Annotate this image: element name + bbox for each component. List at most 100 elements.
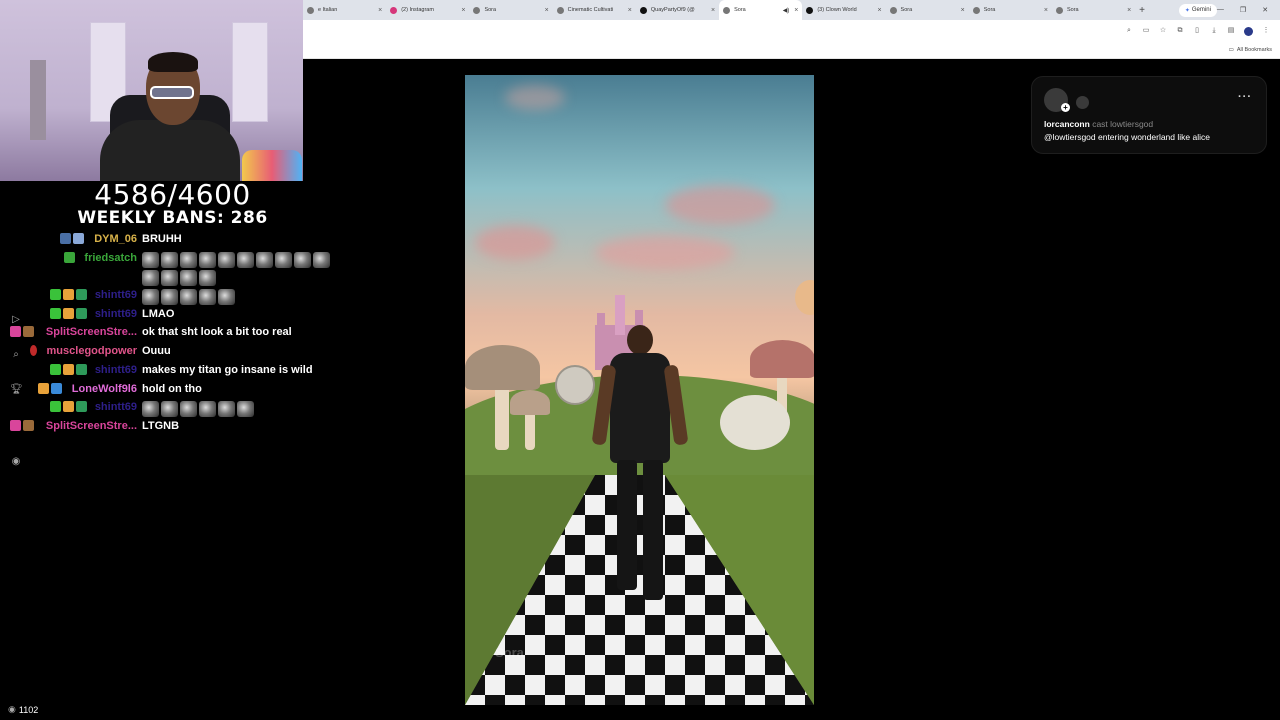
tab-close-icon[interactable]: × xyxy=(1044,7,1048,14)
browser-tab[interactable]: Sora × xyxy=(469,0,552,20)
chat-username[interactable]: friedsatch xyxy=(84,252,137,264)
sora-watermark: Sora xyxy=(495,645,524,660)
emote-row xyxy=(142,251,330,268)
bookmark-star-icon[interactable]: ☆ xyxy=(1159,27,1167,35)
gemini-sparkle-icon: ✦ xyxy=(1184,7,1190,14)
badges xyxy=(30,345,37,357)
profile-avatar[interactable] xyxy=(1244,26,1253,36)
browser-tab[interactable]: Sora × xyxy=(969,0,1052,20)
gemini-label: Gemini xyxy=(1191,7,1211,13)
tab-label: (3) Clown World xyxy=(817,7,857,13)
emote-icon xyxy=(180,401,197,418)
all-bookmarks-link[interactable]: All Bookmarks xyxy=(1237,47,1272,53)
tab-close-icon[interactable]: × xyxy=(794,7,798,14)
tab-close-icon[interactable]: × xyxy=(877,7,881,14)
follow-plus-icon[interactable]: + xyxy=(1061,103,1070,112)
chat-username[interactable]: shintt69 xyxy=(95,308,137,320)
tab-close-icon[interactable]: × xyxy=(545,7,549,14)
chat-username[interactable]: shintt69 xyxy=(95,364,137,376)
emote-icon xyxy=(161,251,178,268)
webcam-person-hair xyxy=(148,52,198,72)
tab-close-icon[interactable]: × xyxy=(628,7,632,14)
sora-video[interactable]: Sora xyxy=(465,75,814,705)
chat-username[interactable]: LoneWolf9l6 xyxy=(72,383,137,395)
badges xyxy=(50,401,87,413)
browser-tab-active[interactable]: Sora ◀) × xyxy=(719,0,803,20)
castle-tower xyxy=(615,295,625,335)
checkered-path xyxy=(465,475,814,705)
chat-text: ok that sht look a bit too real xyxy=(142,326,292,339)
zoom-icon[interactable]: ⌕ xyxy=(1125,27,1133,35)
side-panel-icon[interactable]: ▯ xyxy=(1193,27,1201,35)
badge-icon xyxy=(64,251,75,263)
tab-close-icon[interactable]: × xyxy=(378,7,382,14)
person-leg xyxy=(617,460,637,590)
badge-icon xyxy=(51,382,62,394)
badge-icon xyxy=(60,233,71,244)
chat-username[interactable]: shintt69 xyxy=(95,289,137,301)
close-window-icon[interactable]: ✕ xyxy=(1262,6,1268,14)
tab-label: Sora xyxy=(484,7,497,13)
badges xyxy=(10,326,34,338)
browser-tab[interactable]: (2) Instagram × xyxy=(386,0,469,20)
browser-tab[interactable]: (3) Clown World × xyxy=(802,0,885,20)
minimize-icon[interactable]: — xyxy=(1217,6,1224,14)
browser-tab[interactable]: Sora × xyxy=(1052,0,1135,20)
chat-message: shintt69 xyxy=(0,286,345,306)
chat-username[interactable]: DYM_06 xyxy=(94,233,137,245)
new-tab-button[interactable]: + xyxy=(1135,5,1149,16)
emote-icon xyxy=(142,270,159,287)
viewer-count: ◉ 1102 xyxy=(8,704,38,715)
ban-counter: 4586/4600 xyxy=(94,178,251,211)
cast-icon[interactable]: ▭ xyxy=(1142,27,1150,35)
creator-username[interactable]: lorcanconn xyxy=(1044,119,1090,129)
split-view-icon[interactable]: ▤ xyxy=(1227,27,1235,35)
tab-close-icon[interactable]: × xyxy=(461,7,465,14)
emote-icon xyxy=(237,401,254,418)
badge-icon xyxy=(76,289,87,301)
cast-text[interactable]: cast lowtiersgod xyxy=(1092,119,1153,129)
chat-text: hold on tho xyxy=(142,382,202,395)
emote-row xyxy=(142,289,235,306)
chat-username[interactable]: shintt69 xyxy=(95,401,137,413)
badges xyxy=(50,307,87,319)
emote-icon xyxy=(218,289,235,306)
emote-icon xyxy=(218,251,235,268)
chat-message: SplitScreenStre... ok that sht look a bi… xyxy=(0,323,345,342)
extensions-icon[interactable]: ⧉ xyxy=(1176,27,1184,35)
emote-icon xyxy=(313,251,330,268)
chat-username[interactable]: SplitScreenStre... xyxy=(46,420,137,432)
menu-kebab-icon[interactable]: ⋮ xyxy=(1262,27,1270,35)
emote-icon xyxy=(275,251,292,268)
emote-icon xyxy=(294,251,311,268)
more-options-icon[interactable]: ··· xyxy=(1238,91,1252,103)
badge-icon xyxy=(50,307,61,319)
emote-icon xyxy=(161,401,178,418)
browser-tab[interactable]: Sora × xyxy=(886,0,969,20)
speaker-icon[interactable]: ◀) xyxy=(783,7,790,14)
tab-close-icon[interactable]: × xyxy=(961,7,965,14)
person-leg xyxy=(643,460,663,600)
person-shirt xyxy=(610,353,670,463)
viewer-count-value: 1102 xyxy=(18,704,39,715)
tab-close-icon[interactable]: × xyxy=(1127,7,1131,14)
gemini-button[interactable]: ✦ Gemini xyxy=(1178,3,1217,17)
post-info-card: + ··· lorcanconn cast lowtiersgod @lowti… xyxy=(1031,76,1267,154)
browser-tab[interactable]: e Italian × xyxy=(303,0,386,20)
cast-avatar[interactable] xyxy=(1076,96,1089,109)
download-icon[interactable]: ⤓ xyxy=(1210,27,1218,35)
chat-username[interactable]: SplitScreenStre... xyxy=(46,326,137,338)
browser-tab[interactable]: QuayPartyOf9 (@ × xyxy=(636,0,719,20)
tab-label: e Italian xyxy=(318,7,338,13)
browser-tab[interactable]: Cinematic Cultivati × xyxy=(553,0,636,20)
restore-icon[interactable]: ❐ xyxy=(1240,6,1246,14)
chat-message: musclegodpower Ouuu xyxy=(0,342,345,361)
emote-icon xyxy=(218,401,235,418)
emote-icon xyxy=(256,251,273,268)
tab-close-icon[interactable]: × xyxy=(711,7,715,14)
chat-username[interactable]: musclegodpower xyxy=(47,345,137,357)
emote-row xyxy=(142,401,254,418)
badges xyxy=(60,233,84,244)
user-icon[interactable]: ◉ xyxy=(10,456,22,468)
mushroom-cap xyxy=(750,340,814,378)
